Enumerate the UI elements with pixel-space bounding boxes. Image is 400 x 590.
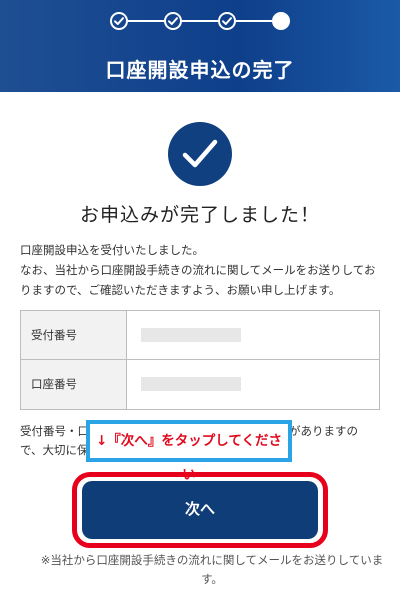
page-title: 口座開設申込の完了 <box>105 58 295 82</box>
check-circle-icon <box>168 122 232 186</box>
notice-line-1-end: がありますの <box>289 424 358 438</box>
step-1-check-icon <box>110 12 128 30</box>
completion-heading: お申込みが完了しました！ <box>79 204 320 226</box>
description-line-1: 口座開設申込を受付いたしました。 <box>20 243 204 257</box>
step-connector <box>236 20 272 22</box>
header-bar: 口座開設申込の完了 <box>0 0 400 92</box>
info-table: 受付番号 口座番号 <box>20 310 380 410</box>
step-2-check-icon <box>164 12 182 30</box>
completion-description: 口座開設申込を受付いたしました。 なお、当社から口座開設手続きの流れに関してメー… <box>20 240 386 300</box>
account-number-label: 口座番号 <box>21 360 127 409</box>
table-row: 口座番号 <box>21 360 379 409</box>
next-button[interactable]: 次へ <box>82 481 318 539</box>
footnote: ※当社から口座開設手続きの流れに関してメールをお送りしています。 <box>40 553 384 586</box>
table-row: 受付番号 <box>21 311 379 360</box>
step-connector <box>182 20 218 22</box>
step-3-check-icon <box>218 12 236 30</box>
progress-stepper <box>110 12 290 30</box>
step-connector <box>128 20 164 22</box>
receipt-number-label: 受付番号 <box>21 311 127 359</box>
notice-line-2-start: で、大切に保 <box>20 443 89 457</box>
receipt-number-value <box>141 328 241 342</box>
tap-instruction-callout: ↓『次へ』をタップしてください <box>86 420 292 483</box>
description-line-2: なお、当社から口座開設手続きの流れに関してメールをお送りしておりますので、ご確認… <box>20 263 376 297</box>
account-number-value <box>141 377 241 391</box>
notice-line-1-start: 受付番号・口 <box>20 424 89 438</box>
step-4-current-dot-icon <box>272 12 290 30</box>
